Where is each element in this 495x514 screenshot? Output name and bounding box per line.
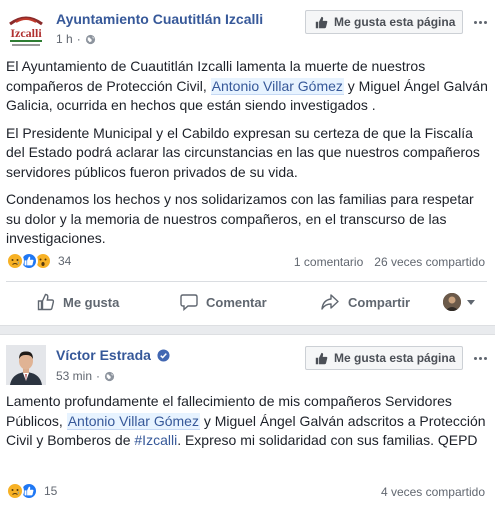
time-label: 53 min	[56, 369, 93, 383]
shares-count[interactable]: 26 veces compartido	[374, 255, 485, 269]
reactions-count: 34	[58, 254, 72, 268]
hashtag-izcalli[interactable]: #Izcalli	[134, 432, 177, 448]
caret-down-icon	[467, 299, 475, 305]
profile-avatar[interactable]	[6, 345, 46, 385]
paragraph-3: Condenamos los hechos y nos solidarizamo…	[6, 191, 474, 246]
comment-button[interactable]: Comentar	[180, 287, 267, 317]
verified-icon	[157, 349, 170, 362]
post-header: Víctor Estrada 53 min · Me gusta esta pá…	[0, 335, 495, 391]
comment-label: Comentar	[206, 294, 267, 310]
divider	[6, 281, 487, 282]
tag-antonio-villar[interactable]: Antonio Villar Gómez	[66, 412, 200, 430]
paragraph-1: El Ayuntamiento de Cuautitlán Izcalli la…	[6, 58, 488, 113]
globe-icon	[104, 371, 115, 381]
paragraph-2: El Presidente Municipal y el Cabildo exp…	[6, 124, 480, 180]
share-button[interactable]: Compartir	[320, 287, 410, 317]
shares-count[interactable]: 4 veces compartido	[381, 485, 485, 499]
thumbs-up-icon	[315, 352, 328, 364]
reactions-summary[interactable]: 15	[6, 481, 57, 501]
share-label: Compartir	[348, 294, 411, 310]
avatar-logo-text: Izcalli	[10, 26, 42, 40]
post-victor-estrada: Víctor Estrada 53 min · Me gusta esta pá…	[0, 334, 495, 514]
time-label: 1 h	[56, 32, 73, 46]
paragraph-1: Lamento profundamente el fallecimiento d…	[6, 393, 486, 448]
globe-icon	[85, 34, 95, 44]
post-actions: Me gusta Comentar Compartir	[0, 287, 495, 317]
post-timestamp[interactable]: 1 h ·	[56, 32, 96, 46]
page-name[interactable]: Ayuntamiento Cuautitlán Izcalli	[56, 11, 263, 27]
post-body: El Ayuntamiento de Cuautitlán Izcalli la…	[6, 57, 490, 257]
tag-antonio-villar[interactable]: Antonio Villar Gómez	[210, 77, 344, 95]
like-page-label: Me gusta esta página	[334, 351, 456, 365]
profile-name[interactable]: Víctor Estrada	[56, 347, 170, 363]
more-icon[interactable]	[471, 351, 489, 365]
like-page-button[interactable]: Me gusta esta página	[305, 346, 463, 370]
post-body: Lamento profundamente el fallecimiento d…	[6, 392, 490, 459]
comment-icon	[180, 294, 198, 311]
viewer-selector[interactable]	[443, 293, 475, 311]
like-page-button[interactable]: Me gusta esta página	[305, 10, 463, 34]
thumbs-up-icon	[37, 293, 55, 311]
post-stats: 4 veces compartido	[381, 485, 485, 499]
reactions-count: 15	[44, 484, 58, 498]
post-stats: 1 comentario 26 veces compartido	[294, 255, 485, 269]
thumbs-up-icon	[315, 16, 328, 28]
like-label: Me gusta	[63, 294, 120, 310]
like-page-label: Me gusta esta página	[334, 15, 456, 29]
post-header: Izcalli Ayuntamiento Cuautitlán Izcalli …	[0, 0, 495, 56]
share-icon	[321, 294, 339, 310]
profile-name-text: Víctor Estrada	[56, 347, 151, 363]
sad-reaction-icon	[6, 252, 24, 270]
viewer-avatar	[443, 293, 461, 311]
like-button[interactable]: Me gusta	[37, 287, 119, 317]
post-timestamp[interactable]: 53 min ·	[56, 369, 115, 383]
sad-reaction-icon	[6, 482, 24, 500]
post-ayuntamiento: Izcalli Ayuntamiento Cuautitlán Izcalli …	[0, 0, 495, 326]
comments-count[interactable]: 1 comentario	[294, 255, 363, 269]
reactions-summary[interactable]: 34	[6, 251, 71, 271]
more-icon[interactable]	[471, 15, 489, 29]
page-avatar[interactable]: Izcalli	[6, 10, 46, 50]
